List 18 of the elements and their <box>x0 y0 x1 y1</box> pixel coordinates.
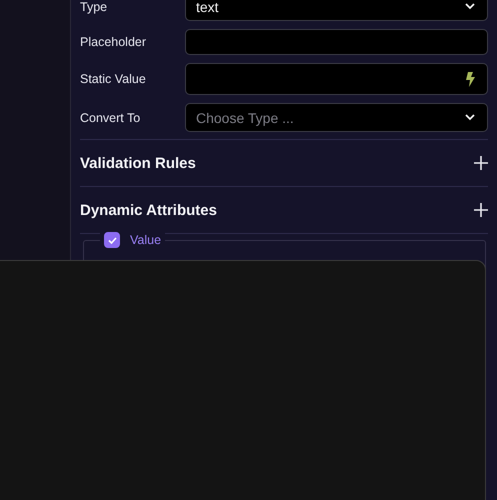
select-field[interactable]: Choose Type ... <box>185 103 488 132</box>
section-title: Dynamic Attributes <box>80 202 217 218</box>
field-label: Static Value <box>80 72 147 86</box>
plus-icon[interactable] <box>474 156 488 170</box>
check-icon <box>108 236 116 244</box>
field-label: Convert To <box>80 110 142 124</box>
field-label: Type <box>80 0 108 14</box>
select-field[interactable]: text <box>185 0 488 21</box>
plus-icon[interactable] <box>474 203 488 217</box>
input-field[interactable] <box>185 63 488 95</box>
checkbox-label: Value <box>130 233 162 247</box>
checkbox[interactable] <box>104 232 120 248</box>
section-title: Validation Rules <box>80 154 196 172</box>
chevron-down-icon <box>465 114 475 121</box>
chevron-down-icon <box>465 3 475 10</box>
field-label: Placeholder <box>80 35 148 49</box>
lightning-icon <box>466 72 475 86</box>
input-field[interactable] <box>185 29 488 55</box>
